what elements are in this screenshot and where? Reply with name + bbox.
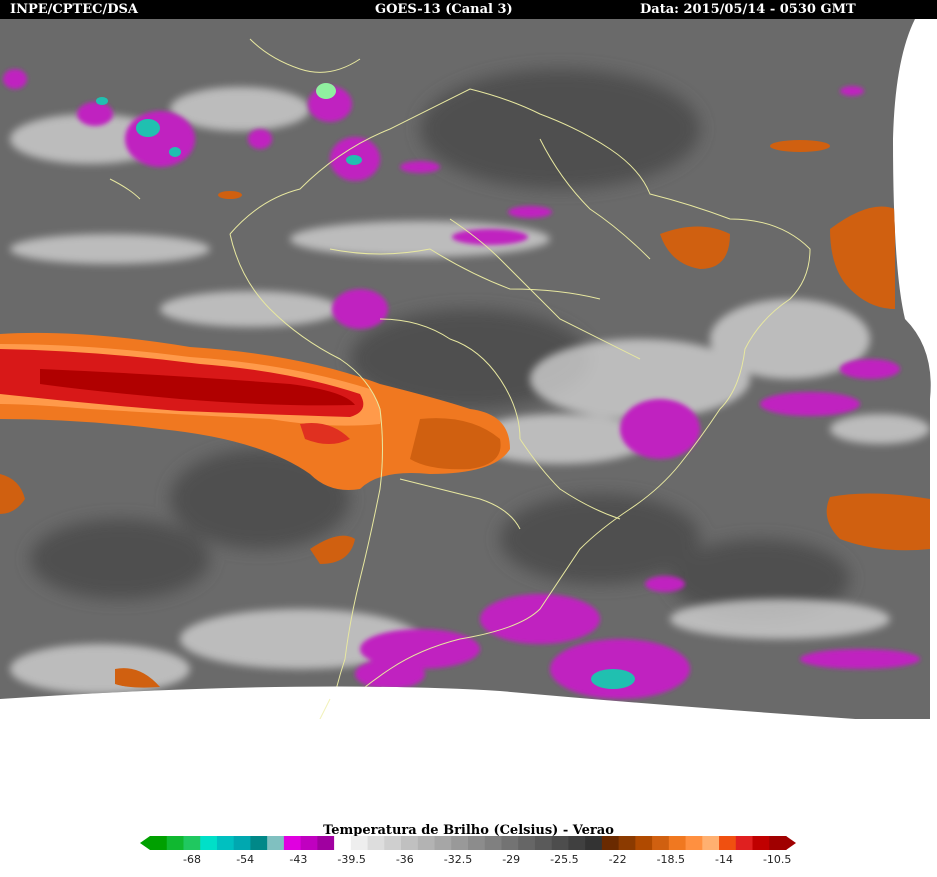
colorbar-segment xyxy=(183,836,201,850)
colorbar-segment xyxy=(150,836,168,850)
color-scale-bar xyxy=(140,836,796,850)
colorbar-segment xyxy=(401,836,419,850)
colorbar-segment xyxy=(166,836,184,850)
colorbar-segment xyxy=(702,836,720,850)
colorbar-segment xyxy=(468,836,486,850)
colorbar-segment xyxy=(200,836,218,850)
colorbar-segment xyxy=(719,836,737,850)
colorbar-segment xyxy=(652,836,670,850)
colorbar-tick-label: -10.5 xyxy=(762,853,792,866)
colorbar-tick-label: -54 xyxy=(236,853,255,866)
colorbar-segment xyxy=(267,836,285,850)
colorbar-segment xyxy=(384,836,402,850)
colorbar-segment xyxy=(585,836,603,850)
colorbar-tick-label: -39.5 xyxy=(337,853,366,866)
colorbar-segment xyxy=(551,836,569,850)
colorbar-segment xyxy=(568,836,586,850)
colorbar-segment xyxy=(300,836,318,850)
colorbar-segment xyxy=(534,836,553,850)
colorbar-tick-label: -32.5 xyxy=(443,853,473,866)
colorbar-segment xyxy=(350,836,369,850)
colorbar-tick-label: -22 xyxy=(608,853,627,866)
colorbar-tick-label: -25.5 xyxy=(550,853,579,866)
colorbar-segment xyxy=(367,836,385,850)
colorbar-segment xyxy=(317,836,335,850)
colorbar-tick-label: -18.5 xyxy=(656,853,686,866)
satellite-channel-label: GOES-13 (Canal 3) xyxy=(375,2,513,17)
colorbar-right-arrow xyxy=(786,836,796,850)
colorbar-segment xyxy=(735,836,754,850)
colorbar-segment xyxy=(501,836,519,850)
colorbar-tick-label: -36 xyxy=(395,853,414,866)
colorbar-tick-label: -14 xyxy=(715,853,733,866)
colorbar-segment xyxy=(216,836,235,850)
colorbar-segment xyxy=(250,836,268,850)
colorbar-tick-label: -29 xyxy=(502,853,521,866)
source-label: INPE/CPTEC/DSA xyxy=(10,2,138,17)
date-label: Data: 2015/05/14 - 0530 GMT xyxy=(640,2,856,17)
colorbar-segment xyxy=(668,836,687,850)
colorbar-segment xyxy=(635,836,653,850)
colorbar-segment xyxy=(334,836,352,850)
colorbar-segment xyxy=(484,836,502,850)
colorbar-segment xyxy=(417,836,436,850)
colorbar-segment xyxy=(451,836,469,850)
colorbar-segment xyxy=(752,836,770,850)
header-bar: INPE/CPTEC/DSA GOES-13 (Canal 3) Data: 2… xyxy=(0,0,937,19)
colorbar-segment xyxy=(283,836,302,850)
colorbar-left-arrow xyxy=(140,836,150,850)
colorbar-segment xyxy=(685,836,703,850)
colorbar-segment xyxy=(518,836,536,850)
colorbar-segment xyxy=(769,836,787,850)
colorbar-tick-label: -68 xyxy=(183,853,201,866)
colorbar-segment xyxy=(618,836,636,850)
colorbar-segment xyxy=(434,836,452,850)
colorbar-tick-label: -43 xyxy=(289,853,308,866)
satellite-image xyxy=(0,19,931,719)
colorbar-segment xyxy=(233,836,251,850)
colorbar-segment xyxy=(601,836,620,850)
